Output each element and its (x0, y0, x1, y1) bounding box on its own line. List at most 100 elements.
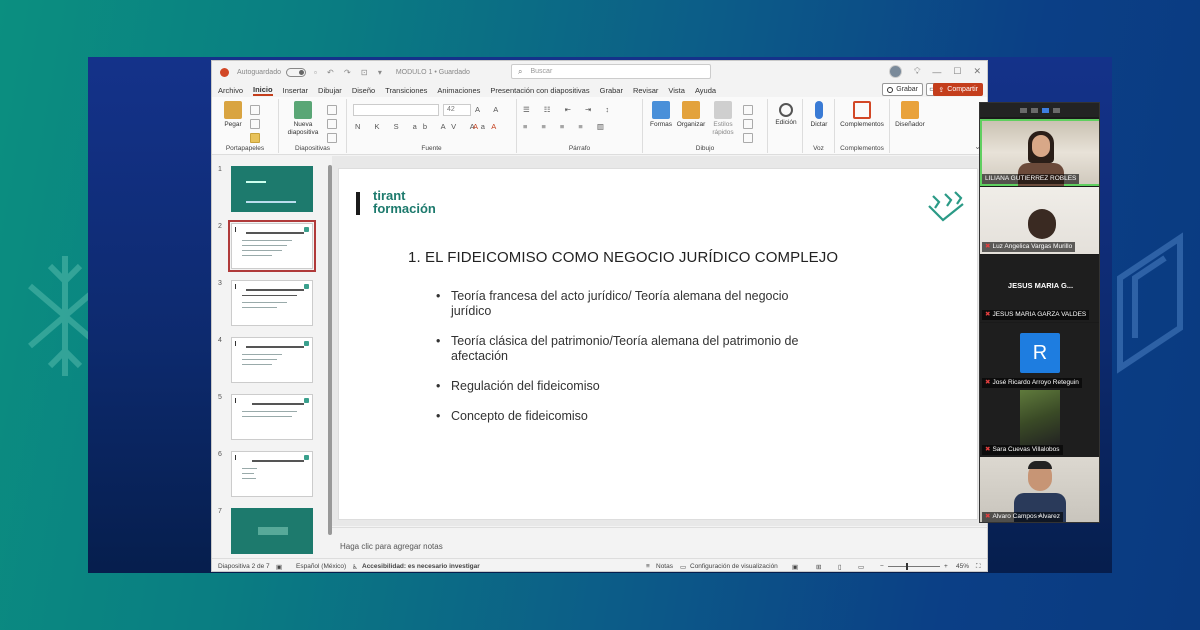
dictate-button[interactable]: Dictar (806, 101, 832, 129)
bullet-list[interactable]: Teoría francesa del acto jurídico/ Teorí… (436, 289, 816, 439)
editing-button[interactable]: Edición (771, 101, 801, 127)
participant-tile[interactable]: ✖ Luz Angelica Vargas Murillo (980, 187, 1099, 254)
reading-view-icon[interactable]: ▯ (838, 563, 842, 571)
share-button[interactable]: ⇪ Compartir (933, 83, 983, 96)
thumbnail-row[interactable]: 6 (212, 451, 332, 501)
zoom-in-icon[interactable]: + (944, 563, 948, 570)
minimize-icon[interactable]: — (932, 67, 941, 77)
thumbnail-slide-2[interactable] (228, 220, 316, 272)
zoom-slider[interactable] (888, 566, 940, 567)
user-avatar[interactable] (889, 65, 903, 78)
autosave-toggle[interactable] (285, 67, 306, 77)
copy-icon[interactable] (250, 119, 260, 129)
thumb-title-line (246, 346, 304, 348)
reset-icon[interactable] (327, 119, 337, 129)
view-mode-bar[interactable] (980, 103, 1099, 117)
font-size-select[interactable]: 42 (443, 104, 471, 116)
section-icon[interactable] (327, 133, 337, 143)
view-icon[interactable] (1019, 107, 1027, 113)
zoom-level[interactable]: 45% (956, 563, 969, 570)
tab-animaciones[interactable]: Animaciones (437, 86, 480, 95)
language-status[interactable]: Español (México) (296, 563, 346, 570)
fit-to-window-icon[interactable]: ⛶ (976, 563, 981, 571)
slide-title[interactable]: 1. EL FIDEICOMISO COMO NEGOCIO JURÍDICO … (408, 249, 838, 266)
quick-styles-icon (714, 101, 732, 119)
accessibility-small-icon[interactable]: ▣ (276, 563, 282, 571)
shape-fill-icon[interactable] (743, 105, 753, 115)
quick-access-icons[interactable]: ▫ ↶ ↷ ⊡ ▾ (314, 68, 386, 77)
font-color-buttons[interactable]: A A (473, 122, 502, 131)
font-name-select[interactable] (353, 104, 439, 116)
addins-button[interactable]: Complementos (837, 101, 887, 129)
book-logo-icon (928, 191, 964, 222)
thumbnail-row[interactable]: 7 (212, 508, 332, 558)
quick-styles-button[interactable]: Estilos rápidos (709, 101, 737, 137)
normal-view-icon[interactable]: ▣ (792, 563, 798, 571)
tab-archivo[interactable]: Archivo (218, 86, 243, 95)
tab-insertar[interactable]: Insertar (283, 86, 308, 95)
view-icon-active[interactable] (1041, 107, 1049, 113)
shape-effects-icon[interactable] (743, 133, 753, 143)
zoom-out-icon[interactable]: − (880, 563, 884, 570)
participant-tile[interactable]: R ✖ José Ricardo Arroyo Reteguin (980, 323, 1099, 390)
muted-mic-icon: ✖ (985, 243, 991, 250)
thumbnail-slide-7[interactable] (231, 508, 313, 554)
participant-tile[interactable]: JESUS MARIA G... ✖ JESUS MARIA GARZA VALD… (980, 255, 1099, 322)
slideshow-icon[interactable]: ▭ (858, 563, 864, 571)
thumbnail-row[interactable]: 5 (212, 394, 332, 444)
tab-transiciones[interactable]: Transiciones (385, 86, 427, 95)
tab-diseno[interactable]: Diseño (352, 86, 375, 95)
maximize-icon[interactable]: ☐ (953, 66, 961, 77)
notes-pane[interactable]: Haga clic para agregar notas (332, 527, 987, 557)
notes-toggle[interactable]: Notas (656, 563, 673, 570)
close-icon[interactable]: ✕ (973, 66, 981, 77)
tab-presentacion[interactable]: Presentación con diapositivas (490, 86, 589, 95)
accessibility-status[interactable]: Accesibilidad: es necesario investigar (362, 563, 480, 570)
group-label-voz: Voz (813, 145, 824, 152)
thumbnail-slide-6[interactable] (231, 451, 313, 497)
designer-button[interactable]: Diseñador (892, 101, 928, 129)
thumbnail-slide-1[interactable] (231, 166, 313, 212)
chevron-down-icon[interactable]: ⌄ (980, 510, 1099, 519)
font-format-buttons[interactable]: N K S ab AV Aa (355, 122, 491, 131)
layout-icon[interactable] (327, 105, 337, 115)
cut-icon[interactable] (250, 105, 260, 115)
thumbnail-slide-3[interactable] (231, 280, 313, 326)
view-icon[interactable] (1030, 107, 1038, 113)
shape-outline-icon[interactable] (743, 119, 753, 129)
tab-dibujar[interactable]: Dibujar (318, 86, 342, 95)
participant-tile[interactable]: LILIANA GUTIERREZ ROBLES (980, 119, 1099, 186)
thumbnail-row[interactable]: 3 (212, 280, 332, 330)
lightbulb-icon[interactable]: 💡︎ (914, 66, 920, 77)
thumbnail-row[interactable]: 1 (212, 166, 332, 216)
font-size-buttons[interactable]: A A (475, 105, 504, 114)
grabar-button[interactable]: Grabar (882, 83, 923, 96)
format-painter-icon[interactable] (250, 133, 260, 143)
current-slide[interactable]: tirant formación 1. EL FIDEICOMISO COMO … (338, 168, 978, 520)
align-buttons[interactable]: ≡ ≡ ≡ ≡ ▥ (523, 122, 610, 131)
search-input[interactable]: ⌕ Buscar (511, 64, 711, 79)
display-settings-button[interactable]: Configuración de visualización (690, 563, 778, 570)
thumbnail-slide-5[interactable] (231, 394, 313, 440)
thumbnail-slide-4[interactable] (231, 337, 313, 383)
list-buttons[interactable]: ☰ ☷ ⇤ ⇥ ↕ (523, 105, 615, 114)
tab-inicio[interactable]: Inicio (253, 85, 273, 96)
view-icon[interactable] (1052, 107, 1060, 113)
participant-avatar: R (1020, 333, 1060, 373)
new-slide-button[interactable]: Nueva diapositiva (283, 101, 323, 137)
tab-ayuda[interactable]: Ayuda (695, 86, 716, 95)
tab-vista[interactable]: Vista (668, 86, 685, 95)
shapes-button[interactable]: Formas (647, 101, 675, 129)
arrange-button[interactable]: Organizar (675, 101, 707, 129)
tab-grabar[interactable]: Grabar (600, 86, 623, 95)
paste-button[interactable]: Pegar (220, 101, 246, 129)
participant-tile[interactable]: ✖ Sara Cuevas Villalobos (980, 390, 1099, 457)
thumbnail-row[interactable]: 4 (212, 337, 332, 387)
slide-sorter-icon[interactable]: ⊞ (816, 563, 821, 571)
group-label-parrafo: Párrafo (568, 145, 591, 152)
zoom-slider-knob[interactable] (906, 563, 908, 570)
document-title[interactable]: MODULO 1 • Guardado (396, 69, 470, 76)
thumb-text-line (242, 255, 272, 256)
thumbnail-row[interactable]: 2 (212, 220, 332, 273)
tab-revisar[interactable]: Revisar (633, 86, 658, 95)
